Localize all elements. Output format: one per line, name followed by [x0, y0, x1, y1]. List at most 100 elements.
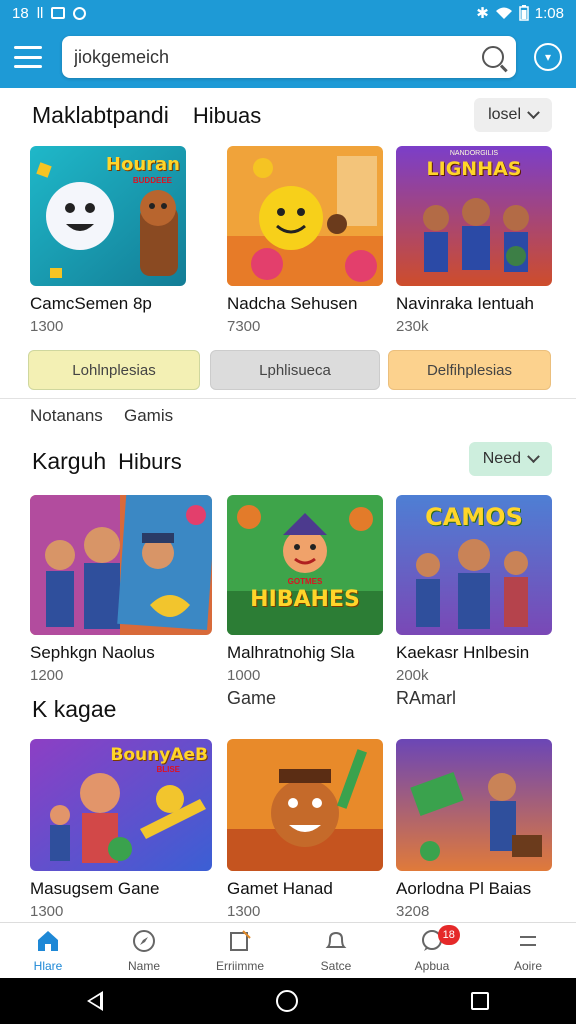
game-count: 1300	[30, 903, 64, 920]
game-card[interactable]: LIGNHAS NANDORGILIS Navinraka Ientuah 23…	[396, 146, 552, 335]
game-card[interactable]: HIBAHES GOTMES Malhratnohig Sla 1000	[227, 495, 383, 684]
thumbnail-title: LIGNHAS	[426, 158, 522, 180]
home-button-icon[interactable]	[275, 990, 298, 1012]
game-card[interactable]: CAMOS Kaekasr Hnlbesin 200k	[396, 495, 552, 684]
status-label-left: ll	[36, 4, 44, 22]
game-thumbnail	[30, 495, 212, 635]
thumbnail-title: CAMOS	[425, 503, 523, 531]
tag-label: Delfihplesias	[426, 361, 513, 379]
search-icon[interactable]	[482, 46, 504, 68]
game-thumbnail	[396, 739, 552, 871]
game-count: 3208	[396, 903, 430, 920]
game-title: Masugsem Gane	[30, 879, 160, 898]
section-filter-dropdown[interactable]: Need	[468, 442, 552, 476]
status-bar: 18 ll ✱ 1:08	[0, 0, 576, 26]
section-header: K kagae	[32, 696, 116, 723]
divider	[0, 398, 576, 399]
game-count: 1300	[30, 318, 64, 335]
thumbnail-title: BounyAeB	[110, 745, 208, 765]
game-card[interactable]: Houran BUDDEEE CamcSemen 8p 1300	[30, 146, 186, 335]
chevron-down-icon	[527, 105, 540, 119]
nav-item-apbua[interactable]: 18 Apbua	[384, 923, 480, 978]
gallery-icon	[51, 7, 66, 19]
game-thumbnail: BounyAeB BLISE	[30, 739, 212, 871]
game-card[interactable]: Aorlodna Pl Baias 3208	[396, 739, 552, 920]
game-card[interactable]: Gamet Hanad 1300	[227, 739, 383, 920]
thumbnail-title: Houran	[105, 154, 180, 175]
filter-label: Need	[482, 450, 521, 467]
thumbnail-subtitle: NANDORGILIS	[449, 150, 499, 157]
tag-button[interactable]: Delfihplesias	[388, 350, 551, 390]
section-subtitle: Hiburs	[118, 448, 182, 474]
recent-apps-icon[interactable]	[471, 992, 490, 1010]
nav-item-home[interactable]: Hlare	[0, 923, 96, 978]
game-count: 1000	[227, 667, 261, 684]
status-time-left: 18	[12, 4, 29, 22]
profile-icon[interactable]: ▾	[534, 43, 562, 71]
section-title: Maklabtpandi	[32, 102, 169, 128]
thumbnail-subtitle: GOTMES	[287, 577, 323, 586]
wifi-icon	[495, 7, 512, 19]
game-title: Aorlodna Pl Baias	[396, 879, 532, 898]
category-link[interactable]: RAmarl	[396, 688, 456, 709]
tag-button[interactable]: Lohlnplesias	[28, 350, 200, 390]
home-icon	[38, 930, 58, 951]
search-bar[interactable]	[62, 36, 516, 78]
section-subtitle: Hibuas	[192, 102, 262, 128]
status-time-right: 1:08	[534, 4, 564, 22]
compass-icon	[133, 929, 155, 952]
sync-icon	[73, 6, 87, 20]
game-title: CamcSemen 8p	[30, 294, 152, 313]
nav-label: Erriimme	[216, 958, 264, 973]
game-thumbnail: Houran BUDDEEE	[30, 146, 186, 286]
tag-label: Lohlnplesias	[72, 361, 156, 379]
bluetooth-icon: ✱	[476, 5, 489, 22]
game-title: Navinraka Ientuah	[396, 294, 534, 313]
category-link[interactable]: Notanans	[30, 406, 103, 426]
section-header: Maklabtpandi Hibuas	[32, 102, 261, 129]
nav-label: Aoire	[513, 958, 542, 973]
game-card[interactable]: BounyAeB BLISE Masugsem Gane 1300	[30, 739, 212, 920]
section-title: Karguh	[32, 448, 107, 474]
main-content: Maklabtpandi Hibuas losel Houran BUDDEEE	[0, 88, 576, 922]
nav-item-erriimme[interactable]: Erriimme	[192, 923, 288, 978]
game-title: Sephkgn Naolus	[30, 643, 155, 662]
battery-icon	[519, 5, 529, 21]
game-title: Malhratnohig Sla	[227, 643, 355, 662]
game-count: 200k	[396, 667, 429, 684]
game-count: 1300	[227, 903, 261, 920]
thumbnail-title: HIBAHES	[250, 587, 360, 612]
game-title: Kaekasr Hnlbesin	[396, 643, 530, 662]
tag-label: Lphlisueca	[259, 361, 331, 379]
nav-item-aoire[interactable]: Aoire	[480, 923, 576, 978]
app-bar: ▾	[0, 26, 576, 88]
game-thumbnail: LIGNHAS NANDORGILIS	[396, 146, 552, 286]
section-header: Karguh Hiburs	[32, 448, 182, 475]
nav-label: Satce	[320, 958, 352, 973]
game-card[interactable]: Sephkgn Naolus 1200	[30, 495, 212, 684]
search-input[interactable]	[74, 46, 482, 68]
chevron-down-icon	[527, 449, 540, 463]
bottom-navigation: Hlare Name Erriimme Satce 18 Apbua Aoire	[0, 922, 576, 978]
game-count: 1200	[30, 667, 64, 684]
game-title: Nadcha Sehusen	[227, 294, 358, 313]
nav-item-satce[interactable]: Satce	[288, 923, 384, 978]
game-count: 230k	[396, 318, 429, 335]
back-icon[interactable]	[86, 991, 103, 1011]
game-card[interactable]: Nadcha Sehusen 7300	[227, 146, 383, 335]
game-count: 7300	[227, 318, 261, 335]
thumbnail-subtitle: BLISE	[156, 765, 180, 774]
thumbnail-subtitle: BUDDEEE	[132, 176, 172, 185]
section-filter-dropdown[interactable]: losel	[474, 98, 552, 132]
nav-item-name[interactable]: Name	[96, 923, 192, 978]
filter-label: losel	[488, 106, 521, 123]
game-title: Gamet Hanad	[227, 879, 333, 898]
game-thumbnail: CAMOS	[396, 495, 552, 635]
nav-label: Apbua	[414, 958, 450, 973]
category-link[interactable]: Game	[227, 688, 276, 709]
bell-icon	[325, 931, 347, 948]
menu-icon[interactable]	[14, 46, 42, 68]
tag-button[interactable]: Lphlisueca	[210, 350, 380, 390]
category-link[interactable]: Gamis	[124, 406, 173, 426]
system-navigation	[0, 978, 576, 1024]
